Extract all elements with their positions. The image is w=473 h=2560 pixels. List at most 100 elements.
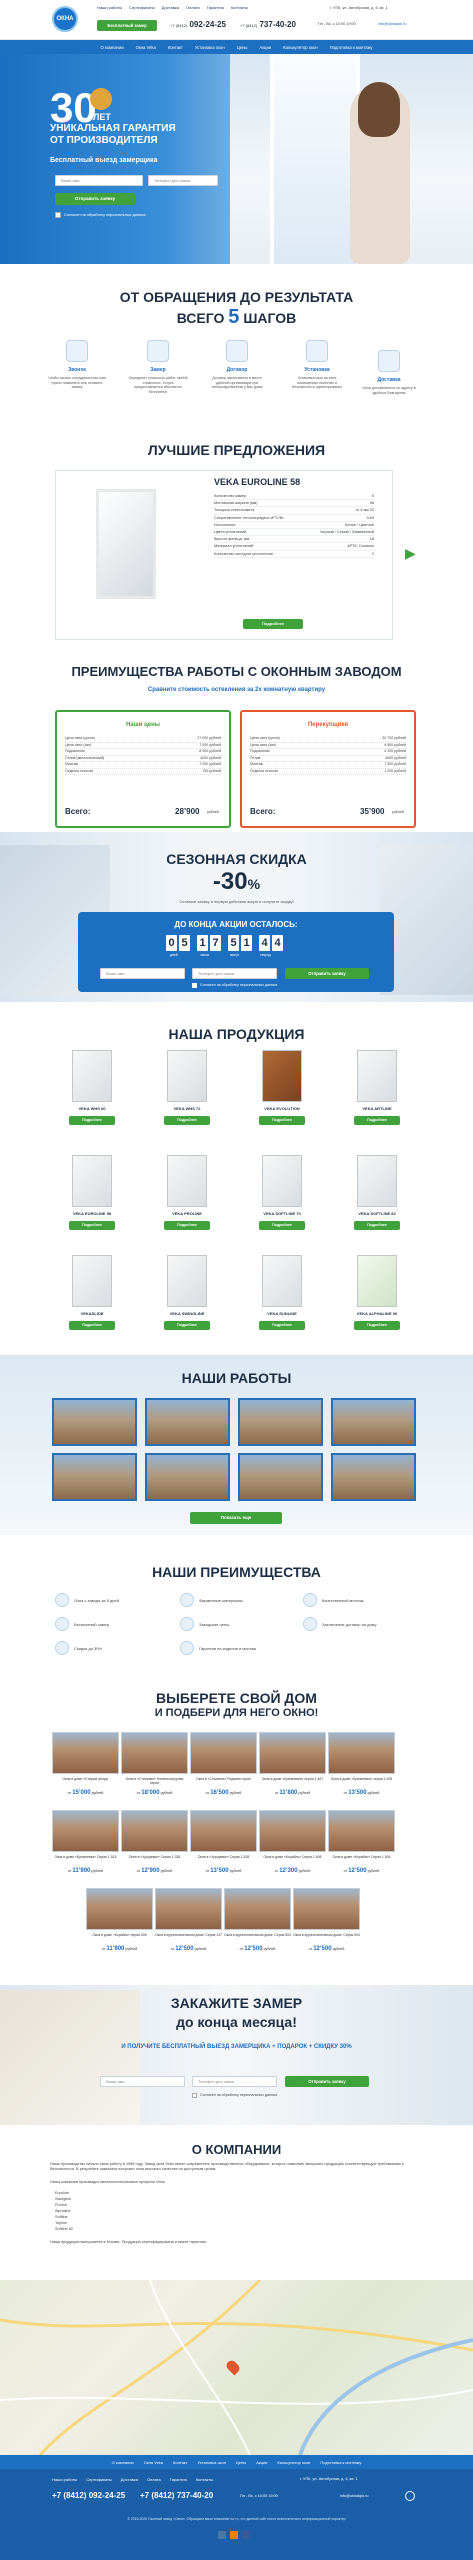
- price-row: Отделка откосов 1 200 рублей: [250, 769, 406, 775]
- map[interactable]: [0, 2280, 473, 2455]
- measure-name-input[interactable]: Ваше имя: [100, 2076, 185, 2087]
- facebook-icon[interactable]: [242, 2531, 250, 2539]
- house-photo[interactable]: [259, 1732, 326, 1774]
- nav-item[interactable]: О компании: [100, 45, 123, 50]
- footer-phone-2[interactable]: +7 (8412) 737-40-20: [140, 2491, 213, 2500]
- house-photo[interactable]: [86, 1888, 153, 1930]
- work-photo[interactable]: [238, 1453, 323, 1501]
- product-details-button[interactable]: Подробнее: [259, 1221, 305, 1230]
- work-photo[interactable]: [145, 1453, 230, 1501]
- show-more-button[interactable]: Показать еще: [190, 1512, 282, 1524]
- step-title: Доставка: [377, 377, 401, 383]
- footer-email[interactable]: info@oknakpk.ru: [340, 2494, 369, 2498]
- phone-2[interactable]: +7 (8412) 737-40-20: [240, 20, 296, 29]
- ok-icon[interactable]: [230, 2531, 238, 2539]
- hero-name-input[interactable]: Ваше имя: [55, 175, 143, 186]
- logo[interactable]: ОКНА: [52, 6, 78, 32]
- top-link[interactable]: Контакты: [231, 5, 248, 10]
- footer-link[interactable]: Оплата: [147, 2477, 161, 2482]
- product-details-button[interactable]: Подробнее: [164, 1321, 210, 1330]
- nav-item[interactable]: Калькулятор окон: [283, 45, 318, 50]
- product-image: [72, 1155, 112, 1207]
- product-details-button[interactable]: Подробнее: [164, 1221, 210, 1230]
- house-photo[interactable]: [52, 1810, 119, 1852]
- product-details-button[interactable]: Подробнее: [259, 1321, 305, 1330]
- phone-1[interactable]: +7 (8412) 092-24-25: [170, 20, 226, 29]
- top-link[interactable]: Гарантия: [207, 5, 224, 10]
- product-details-button[interactable]: Подробнее: [69, 1221, 115, 1230]
- callback-button[interactable]: Бесплатный замер: [97, 20, 157, 31]
- nav-item[interactable]: Контакт: [168, 45, 183, 50]
- footer-nav-item[interactable]: Калькулятор окон: [277, 2460, 310, 2465]
- nav-item[interactable]: Подготовка к монтажу: [330, 45, 373, 50]
- measure-phone-input[interactable]: Телефон для связи: [192, 2076, 277, 2087]
- work-photo[interactable]: [331, 1398, 416, 1446]
- vk-icon[interactable]: [218, 2531, 226, 2539]
- product-details-button[interactable]: Подробнее: [164, 1116, 210, 1125]
- top-link[interactable]: Сертификаты: [129, 5, 155, 10]
- nav-item[interactable]: Цены: [237, 45, 248, 50]
- house-photo[interactable]: [259, 1810, 326, 1852]
- footer-nav-item[interactable]: Акции: [256, 2460, 267, 2465]
- about-paragraph: Наша компания производит металлопластико…: [50, 2180, 166, 2184]
- sale-phone-input[interactable]: Телефон для связи: [192, 968, 277, 979]
- product-details-button[interactable]: Подробнее: [69, 1321, 115, 1330]
- work-photo[interactable]: [145, 1398, 230, 1446]
- house-price: от 13’500 рублей: [328, 1790, 395, 1796]
- shield-icon: [180, 1641, 194, 1655]
- product-details-button[interactable]: Подробнее: [354, 1116, 400, 1125]
- product-details-button[interactable]: Подробнее: [354, 1221, 400, 1230]
- nav-item[interactable]: Установка окон: [195, 45, 225, 50]
- footer-phone-1[interactable]: +7 (8412) 092-24-25: [52, 2491, 125, 2500]
- product-details-button[interactable]: Подробнее: [259, 1116, 305, 1125]
- top-link[interactable]: Доставка: [162, 5, 179, 10]
- measure-consent-checkbox[interactable]: [192, 2093, 197, 2098]
- price-from: от: [239, 1947, 244, 1951]
- footer-nav-item[interactable]: О компании: [112, 2460, 134, 2465]
- work-photo[interactable]: [52, 1398, 137, 1446]
- work-photo[interactable]: [52, 1453, 137, 1501]
- email-link[interactable]: info@oknakpk.ru: [378, 22, 407, 26]
- sale-submit-button[interactable]: Отправить заявку: [285, 968, 369, 979]
- nav-item[interactable]: Окна Veka: [136, 45, 156, 50]
- product-details-button[interactable]: Подробнее: [69, 1116, 115, 1125]
- footer-link[interactable]: Сертификаты: [86, 2477, 112, 2482]
- house-photo[interactable]: [190, 1732, 257, 1774]
- footer-nav-item[interactable]: Окна Veka: [144, 2460, 163, 2465]
- house-photo[interactable]: [52, 1732, 119, 1774]
- measure-submit-button[interactable]: Отправить заявку: [285, 2076, 369, 2087]
- house-photo[interactable]: [155, 1888, 222, 1930]
- sale-consent-checkbox[interactable]: [192, 983, 197, 988]
- top-link[interactable]: Оплата: [186, 5, 200, 10]
- house-photo[interactable]: [328, 1732, 395, 1774]
- work-photo[interactable]: [331, 1453, 416, 1501]
- house-photo[interactable]: [328, 1810, 395, 1852]
- nav-item[interactable]: Акции: [259, 45, 271, 50]
- work-photo[interactable]: [238, 1398, 323, 1446]
- footer-nav-item[interactable]: Подготовка к монтажу: [320, 2460, 361, 2465]
- product-details-button[interactable]: Подробнее: [354, 1321, 400, 1330]
- house-photo[interactable]: [224, 1888, 291, 1930]
- footer-link[interactable]: Контакты: [196, 2477, 213, 2482]
- offer-details-button[interactable]: Подробнее: [243, 619, 303, 629]
- house-photo[interactable]: [121, 1810, 188, 1852]
- hero-submit-button[interactable]: Отправить заявку: [55, 193, 135, 205]
- scroll-up-icon[interactable]: [405, 2491, 415, 2501]
- house-photo[interactable]: [190, 1810, 257, 1852]
- footer-link[interactable]: Гарантия: [170, 2477, 187, 2482]
- sale-name-input[interactable]: Ваше имя: [100, 968, 185, 979]
- footer-link[interactable]: Наши работы: [52, 2477, 77, 2482]
- hero-image: [230, 54, 473, 264]
- footer-nav-item[interactable]: Установка окон: [197, 2460, 225, 2465]
- footer-nav-item[interactable]: Контакт: [173, 2460, 187, 2465]
- price-value: 4000 рублей: [200, 755, 221, 760]
- house-photo[interactable]: [293, 1888, 360, 1930]
- footer-nav-item[interactable]: Цены: [236, 2460, 246, 2465]
- next-arrow-icon[interactable]: ▶: [405, 545, 416, 562]
- spec-value: Белое / Цветное: [345, 522, 374, 527]
- footer-link[interactable]: Доставка: [121, 2477, 138, 2482]
- top-link[interactable]: Наши работы: [97, 5, 122, 10]
- hero-phone-input[interactable]: Телефон для связи: [148, 175, 218, 186]
- house-photo[interactable]: [121, 1732, 188, 1774]
- consent-checkbox[interactable]: [55, 212, 61, 218]
